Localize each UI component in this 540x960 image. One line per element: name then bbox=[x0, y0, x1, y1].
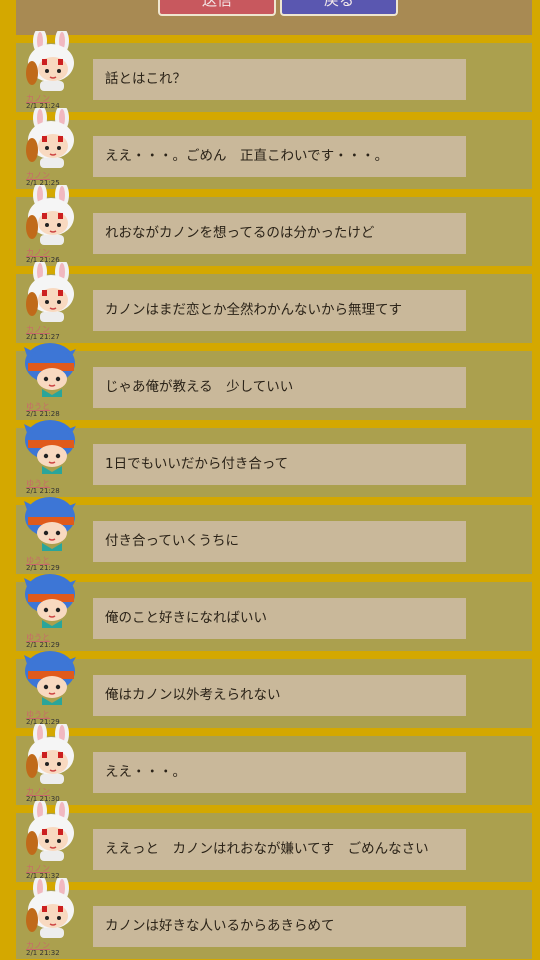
message-bubble: カノンは好きな人いるからあきらめて bbox=[93, 906, 466, 947]
message-bubble: 付き合っていくうちに bbox=[93, 521, 466, 562]
boy-avatar-icon[interactable] bbox=[24, 493, 76, 555]
boy-avatar-icon[interactable] bbox=[24, 416, 76, 478]
send-button[interactable]: 送信 bbox=[158, 0, 276, 16]
message-bubble: ええっと カノンはれおなが嫌いてす ごめんなさい bbox=[93, 829, 466, 870]
message-row: カノン 2/1 21:32 ええっと カノンはれおなが嫌いてす ごめんなさい bbox=[16, 801, 532, 882]
boy-avatar-icon[interactable] bbox=[24, 647, 76, 709]
message-bubble: 俺のこと好きになればいい bbox=[93, 598, 466, 639]
message-row: カノン 2/1 21:30 ええ・・・。 bbox=[16, 724, 532, 805]
message-bubble: 1日でもいいだから付き合って bbox=[93, 444, 466, 485]
rabbit-avatar-icon[interactable] bbox=[24, 878, 76, 940]
message-bubble: れおながカノンを想ってるのは分かったけど bbox=[93, 213, 466, 254]
boy-avatar-icon[interactable] bbox=[24, 570, 76, 632]
message-bubble: じゃあ俺が教える 少していい bbox=[93, 367, 466, 408]
rabbit-avatar-icon[interactable] bbox=[24, 31, 76, 93]
header-bar: 送信 戻る bbox=[16, 0, 532, 35]
rabbit-avatar-icon[interactable] bbox=[24, 801, 76, 863]
message-row: カノン 2/1 21:27 カノンはまだ恋とか全然わかんないから無理てす bbox=[16, 262, 532, 343]
message-row: ゆうと 2/1 21:29 俺のこと好きになればいい bbox=[16, 573, 532, 651]
message-row: カノン 2/1 21:32 カノンは好きな人いるからあきらめて bbox=[16, 878, 532, 959]
message-row: ゆうと 2/1 21:29 俺はカノン以外考えられない bbox=[16, 650, 532, 728]
message-row: ゆうと 2/1 21:28 じゃあ俺が教える 少していい bbox=[16, 342, 532, 420]
rabbit-avatar-icon[interactable] bbox=[24, 262, 76, 324]
message-bubble: ええ・・・。 bbox=[93, 752, 466, 793]
message-row: カノン 2/1 21:24 話とはこれ？ bbox=[16, 31, 532, 112]
message-row: ゆうと 2/1 21:28 1日でもいいだから付き合って bbox=[16, 419, 532, 497]
message-row: カノン 2/1 21:26 れおながカノンを想ってるのは分かったけど bbox=[16, 185, 532, 266]
message-bubble: 俺はカノン以外考えられない bbox=[93, 675, 466, 716]
rabbit-avatar-icon[interactable] bbox=[24, 185, 76, 247]
back-button[interactable]: 戻る bbox=[280, 0, 398, 16]
message-row: ゆうと 2/1 21:29 付き合っていくうちに bbox=[16, 496, 532, 574]
rabbit-avatar-icon[interactable] bbox=[24, 108, 76, 170]
message-timestamp: 2/1 21:32 bbox=[26, 949, 60, 957]
message-bubble: 話とはこれ？ bbox=[93, 59, 466, 100]
message-bubble: ええ・・・。ごめん 正直こわいです・・・。 bbox=[93, 136, 466, 177]
rabbit-avatar-icon[interactable] bbox=[24, 724, 76, 786]
message-bubble: カノンはまだ恋とか全然わかんないから無理てす bbox=[93, 290, 466, 331]
boy-avatar-icon[interactable] bbox=[24, 339, 76, 401]
message-row: カノン 2/1 21:25 ええ・・・。ごめん 正直こわいです・・・。 bbox=[16, 108, 532, 189]
